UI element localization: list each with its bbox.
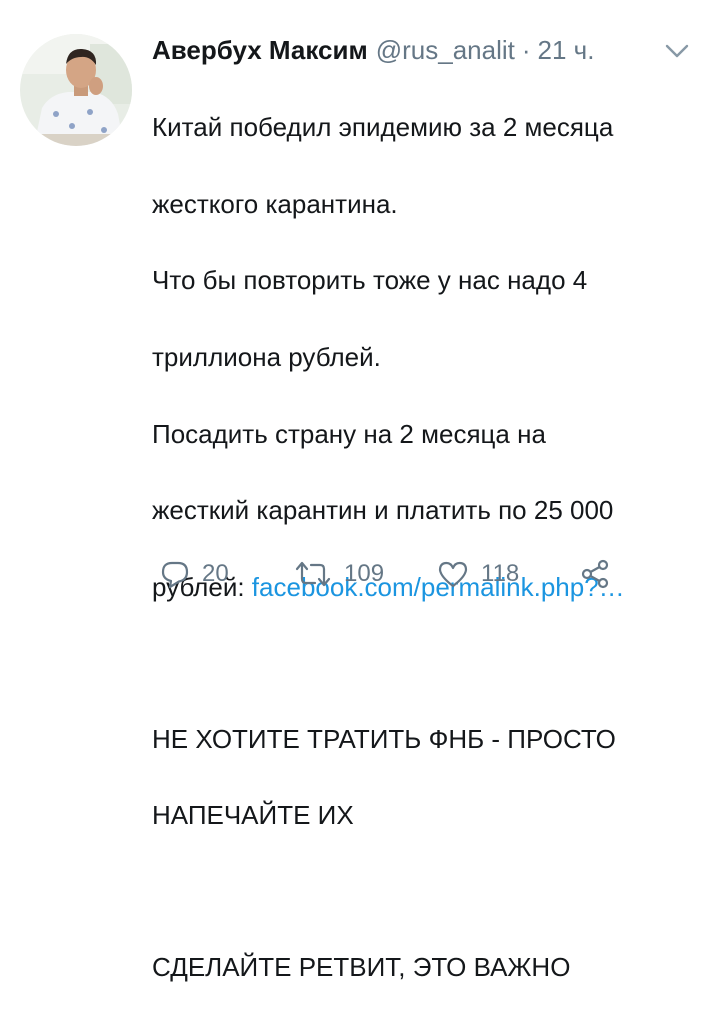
retweet-icon [295, 561, 331, 587]
separator-dot: · [521, 35, 531, 65]
tweet-card[interactable]: Авербух Максим @rus_analit · 21 ч. Китай… [0, 0, 720, 982]
tweet-header: Авербух Максим @rus_analit · 21 ч. [152, 33, 594, 67]
avatar[interactable] [20, 34, 132, 146]
share-button[interactable] [580, 556, 610, 592]
reply-button[interactable]: 20 [160, 556, 229, 592]
tweet-line: жесткого карантина. [152, 188, 398, 219]
tweet-line: жесткий карантин и платить по 25 000 [152, 495, 614, 526]
like-count: 118 [481, 560, 520, 587]
timestamp[interactable]: 21 ч. [538, 33, 595, 67]
tweet-text: Китай победил эпидемию за 2 месяца жестк… [152, 70, 702, 1025]
like-button[interactable]: 118 [437, 556, 519, 592]
avatar-image [20, 34, 132, 146]
heart-icon [438, 561, 468, 588]
retweet-count: 109 [344, 560, 385, 587]
chevron-down-icon[interactable] [664, 40, 690, 62]
author-name[interactable]: Авербух Максим [152, 33, 368, 67]
tweet-actions: 20 109 118 [152, 556, 632, 592]
author-handle[interactable]: @rus_analit [376, 33, 515, 67]
caps-line: НЕ ХОТИТЕ ТРАТИТЬ ФНБ - ПРОСТО [152, 723, 616, 754]
share-icon [581, 559, 609, 589]
tweet-line: Китай победил эпидемию за 2 месяца [152, 112, 614, 143]
tweet-line: Посадить страну на 2 месяца на [152, 418, 546, 449]
tweet-line: триллиона рублей. [152, 342, 381, 373]
tweet-line: Что бы повторить тоже у нас надо 4 [152, 265, 588, 296]
caps-line: НАПЕЧАЙТЕ ИХ [152, 800, 354, 831]
caps-line: СДЕЛАЙТЕ РЕТВИТ, ЭТО ВАЖНО [152, 952, 571, 983]
reply-icon [161, 561, 189, 589]
reply-count: 20 [202, 560, 229, 587]
retweet-button[interactable]: 109 [294, 556, 384, 592]
